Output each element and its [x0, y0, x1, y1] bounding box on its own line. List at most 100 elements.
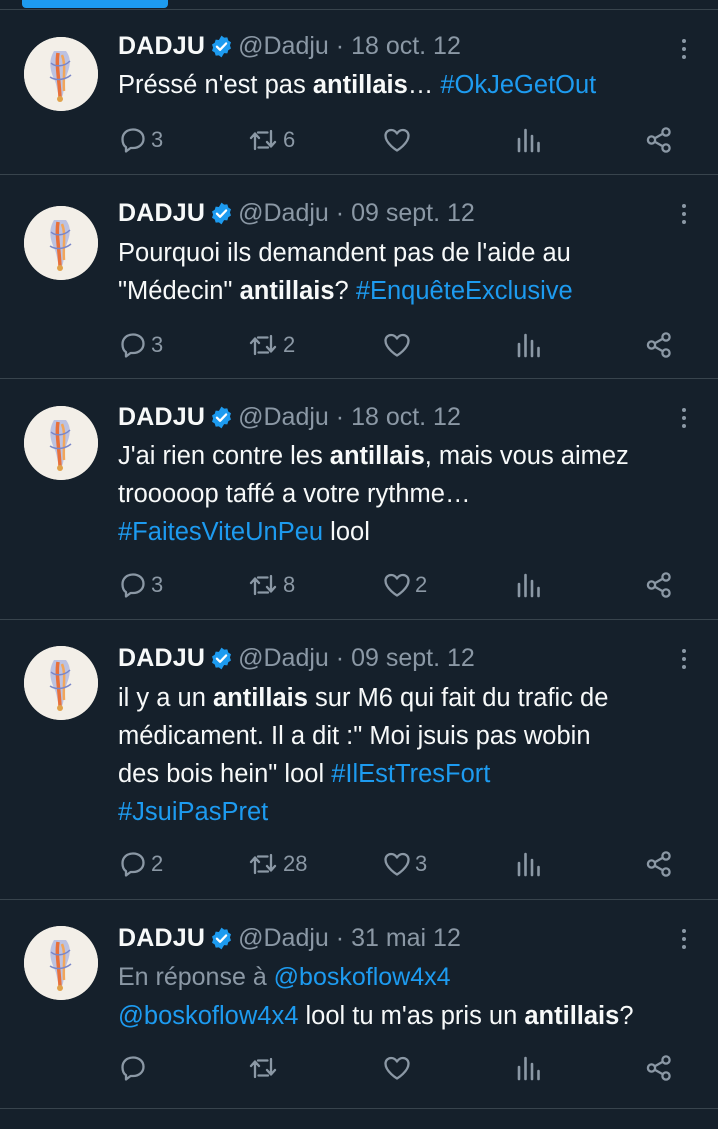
views-button[interactable] — [514, 1051, 544, 1085]
reply-button[interactable]: 2 — [118, 847, 163, 881]
separator-dot: · — [335, 199, 345, 227]
views-button[interactable] — [514, 328, 544, 362]
author-name[interactable]: DADJU — [118, 924, 205, 952]
retweet-icon — [249, 853, 277, 875]
avatar-image — [24, 206, 98, 280]
reply-button[interactable]: 3 — [118, 568, 163, 602]
highlighted-term: antillais — [524, 1002, 620, 1030]
tweet-header: DADJU @Dadju · 18 oct. 12 — [118, 400, 461, 434]
highlighted-term: antillais — [312, 71, 408, 99]
reply-count: 3 — [151, 127, 164, 152]
verified-badge-icon — [212, 202, 232, 225]
tweet-text-line: #JsuiPasPret — [118, 793, 608, 831]
hashtag-link[interactable]: #EnquêteExclusive — [356, 277, 573, 305]
tweet[interactable]: DADJU @Dadju · 31 mai 12 En réponse à @bo… — [0, 900, 718, 1109]
tweet[interactable]: DADJU @Dadju · 09 sept. 12 Pourquoi ils d… — [0, 175, 718, 379]
more-options-icon[interactable] — [674, 35, 694, 65]
retweet-count: 6 — [283, 127, 296, 152]
avatar[interactable] — [24, 206, 98, 280]
author-name[interactable]: DADJU — [118, 32, 205, 60]
more-options-icon[interactable] — [674, 200, 694, 230]
tweet-text: Préssé n'est pas antillais… #OkJeGetOut — [118, 66, 596, 104]
tweet-date[interactable]: 09 sept. 12 — [351, 199, 475, 227]
retweet-count: 8 — [283, 572, 296, 597]
tweet-text-line: il y a un antillais sur M6 qui fait du t… — [118, 679, 608, 717]
retweet-button[interactable]: 6 — [246, 123, 295, 157]
author-handle[interactable]: @Dadju — [238, 644, 329, 672]
reply-to-handle[interactable]: @boskoflow4x4 — [274, 963, 451, 991]
text-segment: Pourquoi ils demandent pas de l'aide au — [118, 239, 571, 267]
author-name[interactable]: DADJU — [118, 644, 205, 672]
retweet-button[interactable]: 8 — [246, 568, 295, 602]
retweet-icon — [249, 574, 277, 596]
views-button[interactable] — [514, 123, 544, 157]
tweet-actions: 3 6 — [118, 123, 688, 157]
author-handle[interactable]: @Dadju — [238, 199, 329, 227]
retweet-icon — [249, 129, 277, 151]
author-handle[interactable]: @Dadju — [238, 403, 329, 431]
tweet[interactable]: DADJU @Dadju · 18 oct. 12 J'ai rien contr… — [0, 379, 718, 620]
text-segment: lool tu m'as pris un — [298, 1002, 525, 1030]
text-segment: trooooop taffé a votre rythme… — [118, 480, 471, 508]
author-handle[interactable]: @Dadju — [238, 32, 329, 60]
highlighted-term: antillais — [239, 277, 335, 305]
like-button[interactable]: 3 — [382, 847, 427, 881]
more-options-icon[interactable] — [674, 925, 694, 955]
retweet-button[interactable]: 2 — [246, 328, 295, 362]
separator-dot: · — [335, 32, 345, 60]
author-handle[interactable]: @Dadju — [238, 924, 329, 952]
like-button[interactable] — [382, 123, 415, 157]
like-button[interactable] — [382, 1051, 415, 1085]
highlighted-term: antillais — [212, 684, 308, 712]
verified-badge-icon — [212, 927, 232, 950]
share-icon — [646, 572, 671, 598]
hashtag-link[interactable]: #IlEstTresFort — [331, 760, 490, 788]
like-button[interactable]: 2 — [382, 568, 427, 602]
share-button[interactable] — [644, 568, 674, 602]
tweet[interactable]: DADJU @Dadju · 18 oct. 12 Préssé n'est pa… — [0, 10, 718, 175]
reply-prefix: En réponse à — [118, 963, 274, 991]
hashtag-link[interactable]: #JsuiPasPret — [118, 798, 268, 826]
share-icon — [646, 851, 671, 877]
tweet-text: J'ai rien contre les antillais, mais vou… — [118, 437, 629, 551]
more-options-icon[interactable] — [674, 404, 694, 434]
tweet-text-line: Pourquoi ils demandent pas de l'aide au — [118, 234, 573, 272]
share-icon — [646, 332, 671, 358]
views-button[interactable] — [514, 568, 544, 602]
share-button[interactable] — [644, 123, 674, 157]
retweet-icon — [249, 1057, 277, 1079]
tweet-date[interactable]: 09 sept. 12 — [351, 644, 475, 672]
like-icon — [384, 852, 410, 876]
retweet-button[interactable]: 28 — [246, 847, 307, 881]
avatar[interactable] — [24, 37, 98, 111]
author-name[interactable]: DADJU — [118, 403, 205, 431]
retweet-button[interactable] — [246, 1051, 283, 1085]
hashtag-link[interactable]: #FaitesViteUnPeu — [118, 518, 323, 546]
more-options-icon[interactable] — [674, 645, 694, 675]
share-button[interactable] — [644, 1051, 674, 1085]
reply-count: 2 — [151, 851, 164, 876]
reply-button[interactable] — [118, 1051, 151, 1085]
tweet-date[interactable]: 18 oct. 12 — [351, 403, 461, 431]
tweet[interactable]: DADJU @Dadju · 09 sept. 12 il y a un anti… — [0, 620, 718, 900]
reply-button[interactable]: 3 — [118, 123, 163, 157]
reply-button[interactable]: 3 — [118, 328, 163, 362]
avatar[interactable] — [24, 646, 98, 720]
tweet-date[interactable]: 18 oct. 12 — [351, 32, 461, 60]
share-button[interactable] — [644, 328, 674, 362]
avatar-image — [24, 926, 98, 1000]
like-icon — [384, 573, 410, 597]
avatar[interactable] — [24, 926, 98, 1000]
share-button[interactable] — [644, 847, 674, 881]
tweet-actions — [118, 1051, 688, 1085]
tweet-date[interactable]: 31 mai 12 — [351, 924, 461, 952]
hashtag-link[interactable]: @boskoflow4x4 — [118, 1002, 298, 1030]
hashtag-link[interactable]: #OkJeGetOut — [440, 71, 596, 99]
views-button[interactable] — [514, 847, 544, 881]
avatar[interactable] — [24, 406, 98, 480]
reply-icon — [121, 573, 145, 598]
views-icon — [517, 1056, 540, 1081]
author-name[interactable]: DADJU — [118, 199, 205, 227]
tweet-text-line: #FaitesViteUnPeu lool — [118, 513, 629, 551]
like-button[interactable] — [382, 328, 415, 362]
